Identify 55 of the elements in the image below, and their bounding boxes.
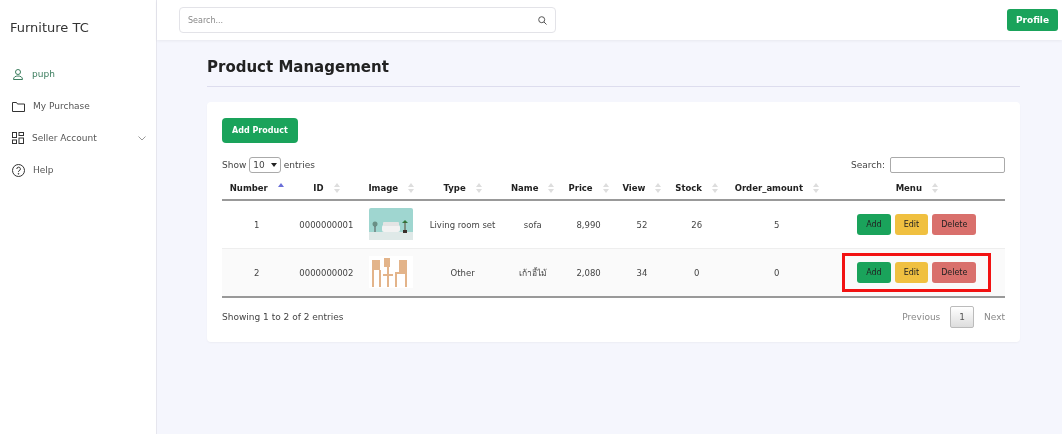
action-button[interactable]: Edit (894, 214, 929, 235)
show-label: Show (222, 160, 247, 170)
column-header[interactable]: ID (313, 183, 324, 193)
entries-label: entries (283, 160, 315, 170)
column-header[interactable]: Image (368, 183, 399, 193)
table-cell: Living room set (429, 219, 496, 230)
table-info: Showing 1 to 2 of 2 entries (222, 312, 344, 322)
search-field[interactable]: Search... (179, 7, 556, 33)
table-cell: 0 (774, 267, 780, 278)
search-label: Search: (851, 160, 885, 170)
table-cell: 0 (693, 267, 700, 278)
column-header[interactable]: Stock (675, 183, 702, 193)
table-cell: 0000000001 (299, 219, 354, 230)
sidebar-item[interactable]: My Purchase (0, 90, 156, 122)
page-title: Product Management (207, 58, 1020, 87)
help-icon (12, 163, 25, 177)
column-header[interactable]: Number (229, 183, 268, 193)
table-cell: 26 (691, 219, 703, 230)
chevron-icon (138, 135, 146, 141)
action-button[interactable]: Delete (932, 262, 977, 283)
action-button[interactable]: Delete (932, 214, 977, 235)
action-button[interactable]: Add (857, 262, 891, 283)
sidebar-item[interactable]: puph (0, 58, 156, 90)
entries-select[interactable]: 10 (249, 157, 281, 173)
sidebar-item[interactable]: Help (0, 154, 156, 186)
grid-icon (12, 132, 24, 144)
table-cell: 34 (636, 267, 648, 278)
action-button[interactable]: Add (857, 214, 891, 235)
column-header[interactable]: Type (443, 183, 466, 193)
table-cell: 52 (636, 219, 648, 230)
column-header[interactable]: Order_amount (734, 183, 803, 193)
column-header[interactable]: Price (568, 183, 593, 193)
table-cell: 0000000002 (299, 267, 354, 278)
next-link[interactable]: Next (984, 312, 1005, 322)
user-icon (12, 68, 24, 80)
column-header[interactable]: Menu (895, 183, 922, 193)
table-cell: 2 (254, 267, 260, 278)
column-header[interactable]: View (622, 183, 646, 193)
brand-name: Furniture TC (9, 19, 90, 37)
page-button[interactable]: 1 (950, 306, 975, 328)
table-cell: 8,990 (576, 219, 601, 230)
column-header[interactable]: Name (511, 183, 539, 193)
table-cell: เก้าอี้ไม้ (518, 267, 547, 278)
table-cell: 5 (774, 219, 780, 230)
table-cell: Other (450, 267, 475, 278)
table-search-field[interactable] (890, 157, 1005, 173)
folder-icon (12, 100, 25, 112)
action-button[interactable]: Edit (894, 262, 929, 283)
sidebar-item[interactable]: Seller Account (0, 122, 156, 154)
caret-icon (270, 163, 277, 167)
table-cell: 2,080 (576, 267, 601, 278)
table-cell: 1 (254, 219, 260, 230)
previous-link[interactable]: Previous (902, 312, 941, 322)
table-cell: sofa (523, 219, 542, 230)
search-icon (538, 16, 547, 25)
